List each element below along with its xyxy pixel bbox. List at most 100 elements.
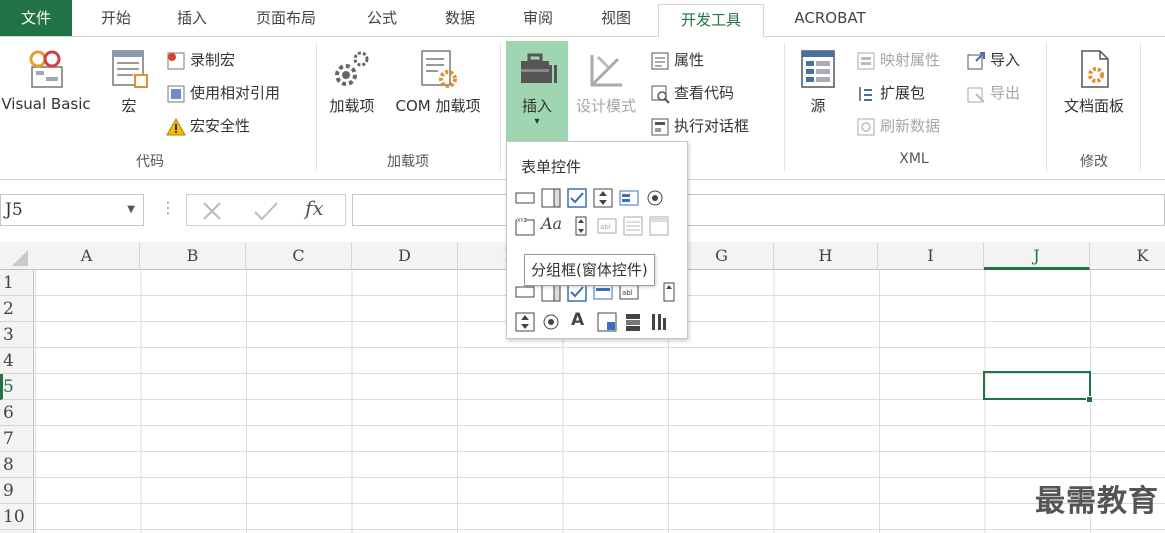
drag-handle-icon[interactable]: ⋮: [160, 198, 176, 217]
record-macro-button[interactable]: 录制宏: [166, 47, 235, 73]
more-controls-icon[interactable]: [649, 312, 669, 332]
row-header[interactable]: 2: [0, 296, 34, 322]
combo-dropdown-edit-control-icon[interactable]: [649, 216, 669, 236]
tab-file[interactable]: 文件: [0, 0, 72, 36]
addins-button[interactable]: 加载项: [322, 47, 382, 116]
group-separator: [784, 43, 785, 171]
spin-button-activex-icon[interactable]: [515, 312, 535, 332]
column-header-selected[interactable]: J: [984, 242, 1090, 270]
modify-group-label: 修改: [1080, 154, 1108, 170]
document-panel-button[interactable]: 文档面板: [1052, 47, 1136, 116]
gear-icon: [335, 51, 369, 86]
row-header[interactable]: 8: [0, 452, 34, 478]
svg-text:abl: abl: [600, 223, 611, 231]
column-header[interactable]: H: [774, 242, 878, 270]
select-all-icon[interactable]: [12, 250, 28, 266]
expansion-packs-button[interactable]: 扩展包: [856, 80, 925, 106]
button-control-icon[interactable]: [515, 188, 535, 208]
toolbox-icon: [521, 53, 557, 83]
image-activex-icon[interactable]: [597, 312, 617, 332]
row-header-selected[interactable]: 5: [0, 374, 34, 400]
tab-page-layout[interactable]: 页面布局: [236, 0, 336, 36]
spinner-control-icon[interactable]: [593, 188, 613, 208]
scroll-bar-activex-icon[interactable]: [659, 282, 679, 302]
group-box-control-icon[interactable]: XYZ: [515, 216, 535, 236]
combo-box-control-icon[interactable]: [541, 188, 561, 208]
xml-import-button[interactable]: 导入: [966, 47, 1020, 73]
row-header[interactable]: 6: [0, 400, 34, 426]
chevron-down-icon[interactable]: ▼: [127, 195, 135, 225]
row-header[interactable]: 9: [0, 478, 34, 504]
insert-controls-dropdown: 表单控件 XYZ Aa abl abl A: [506, 141, 688, 339]
view-code-label: 查看代码: [674, 84, 735, 102]
macro-security-button[interactable]: 宏安全性: [166, 113, 250, 139]
column-header[interactable]: I: [878, 242, 984, 270]
xml-export-button[interactable]: 导出: [966, 80, 1020, 106]
macro-security-label: 宏安全性: [190, 117, 251, 135]
tab-acrobat[interactable]: ACROBAT: [776, 0, 884, 36]
warning-icon: [166, 117, 186, 135]
toggle-button-activex-icon[interactable]: [623, 312, 643, 332]
com-addins-label: COM 加载项: [395, 97, 481, 115]
row-header[interactable]: 3: [0, 322, 34, 348]
row-header[interactable]: 4: [0, 348, 34, 374]
row-header[interactable]: 7: [0, 426, 34, 452]
name-box[interactable]: J5 ▼: [0, 194, 144, 226]
run-dialog-button[interactable]: 执行对话框: [650, 113, 749, 139]
tab-developer[interactable]: 开发工具: [658, 4, 764, 37]
visual-basic-button[interactable]: Visual Basic: [0, 47, 96, 113]
xml-source-button[interactable]: 源: [792, 47, 844, 116]
map-properties-button[interactable]: 映射属性: [856, 47, 940, 73]
refresh-data-button[interactable]: 刷新数据: [856, 113, 940, 139]
watermark-logo: 最需教育: [1035, 484, 1159, 519]
label-activex-icon[interactable]: A: [571, 310, 591, 330]
view-code-icon: [651, 85, 670, 104]
import-icon: [967, 51, 985, 69]
addins-label: 加载项: [329, 97, 375, 115]
enter-check-icon[interactable]: [253, 200, 279, 222]
chevron-down-icon: ▾: [534, 116, 540, 127]
option-button-control-icon[interactable]: [645, 188, 665, 208]
combo-list-edit-control-icon[interactable]: [623, 216, 643, 236]
column-header[interactable]: C: [246, 242, 352, 270]
record-macro-label: 录制宏: [190, 51, 236, 69]
record-macro-icon: [167, 52, 185, 69]
active-cell-j5[interactable]: [983, 371, 1091, 400]
properties-button[interactable]: 属性: [650, 47, 704, 73]
formula-input[interactable]: [352, 194, 1165, 226]
control-tooltip: 分组框(窗体控件): [524, 254, 655, 286]
list-box-control-icon[interactable]: [619, 188, 639, 208]
fill-handle[interactable]: [1086, 396, 1093, 403]
document-panel-label: 文档面板: [1063, 97, 1124, 115]
column-header[interactable]: K: [1090, 242, 1165, 270]
tab-formulas[interactable]: 公式: [346, 0, 418, 36]
row-header-bar: 1 2 3 4 5 6 7 8 9 10: [0, 270, 34, 533]
tab-view[interactable]: 视图: [580, 0, 652, 36]
label-control-icon[interactable]: Aa: [541, 214, 567, 234]
text-field-control-icon[interactable]: abl: [597, 216, 617, 236]
scroll-bar-control-icon[interactable]: [571, 216, 591, 236]
addins-group-label: 加载项: [387, 154, 429, 170]
tab-insert[interactable]: 插入: [156, 0, 228, 36]
column-header[interactable]: B: [140, 242, 246, 270]
cancel-icon[interactable]: [201, 200, 223, 222]
insert-control-button[interactable]: 插入 ▾: [506, 41, 568, 143]
macros-button[interactable]: 宏: [104, 47, 154, 116]
tab-review[interactable]: 审阅: [502, 0, 574, 36]
xml-export-label: 导出: [990, 84, 1021, 102]
svg-text:XYZ: XYZ: [517, 218, 527, 224]
relative-reference-button[interactable]: 使用相对引用: [166, 80, 280, 106]
com-addins-button[interactable]: COM 加载项: [384, 47, 492, 116]
checkbox-control-icon[interactable]: [567, 188, 587, 208]
visual-basic-icon: [29, 50, 63, 88]
row-header[interactable]: 1: [0, 270, 34, 296]
column-header[interactable]: A: [34, 242, 140, 270]
view-code-button[interactable]: 查看代码: [650, 80, 734, 106]
row-header[interactable]: 10: [0, 504, 34, 530]
column-header[interactable]: D: [352, 242, 458, 270]
insert-function-button[interactable]: fx: [305, 196, 324, 220]
design-mode-button[interactable]: 设计模式: [570, 47, 642, 116]
tab-data[interactable]: 数据: [424, 0, 496, 36]
tab-home[interactable]: 开始: [80, 0, 152, 36]
option-button-activex-icon[interactable]: [541, 312, 561, 332]
